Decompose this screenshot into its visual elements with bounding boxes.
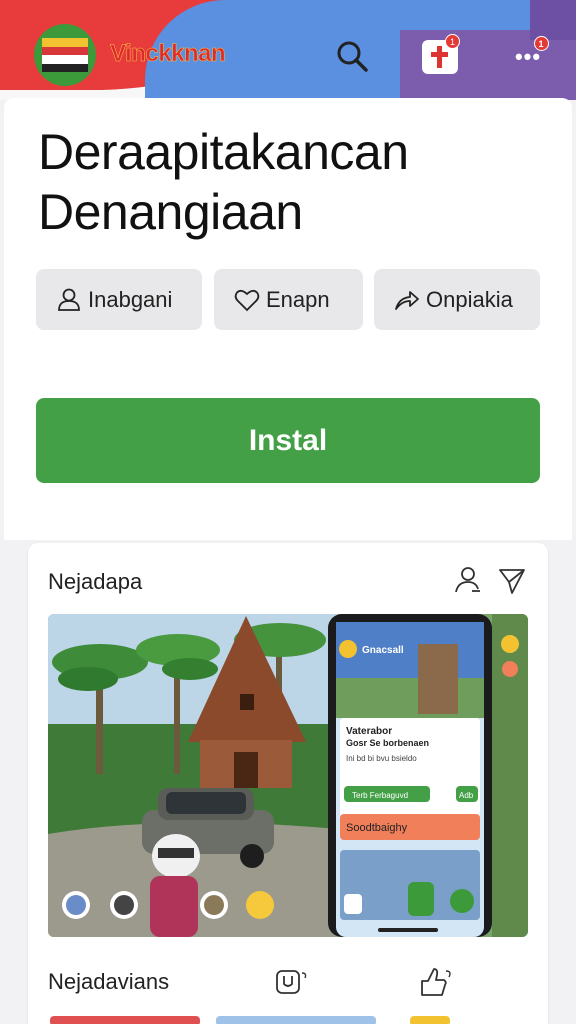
action-button-profile[interactable]: Inabgani bbox=[36, 269, 202, 330]
thumbs-up-icon[interactable] bbox=[418, 965, 454, 997]
action-label: Onpiakia bbox=[426, 286, 513, 312]
more-badge: 1 bbox=[534, 36, 549, 51]
app-logo bbox=[34, 24, 96, 86]
next-row-peek bbox=[50, 1016, 200, 1024]
mascot-character bbox=[150, 834, 200, 937]
page-title: Deraapitakancan Denangiaan bbox=[38, 122, 538, 242]
phone-small-button: Adb bbox=[459, 791, 474, 800]
notification-button[interactable]: 1 bbox=[422, 34, 460, 74]
action-label: Enapn bbox=[266, 286, 330, 312]
phone-orange-label: Soodtbaighy bbox=[346, 822, 408, 834]
app-name: Vinckknan bbox=[110, 40, 226, 68]
notification-badge: 1 bbox=[445, 34, 460, 49]
action-button-like[interactable]: Enapn bbox=[214, 269, 363, 330]
phone-dialog-line: Ini bd bi bvu bsieldo bbox=[346, 754, 417, 763]
share-icon bbox=[395, 290, 419, 310]
search-button[interactable] bbox=[334, 38, 370, 74]
search-icon bbox=[337, 41, 368, 72]
phone-dialog-title: Vaterabor bbox=[346, 726, 392, 737]
phone-dialog-subtitle: Gosr Se borbenaen bbox=[346, 738, 429, 748]
section-title: Nejadavians bbox=[48, 969, 170, 994]
phone-app-title: Gnacsall bbox=[362, 645, 404, 656]
cross-icon bbox=[437, 46, 442, 68]
preview-card: Nejadapa Gnacsall Vaterabor Gosr Se borb… bbox=[28, 543, 548, 1024]
badge-icon[interactable] bbox=[274, 967, 310, 997]
more-options-button[interactable]: ••• 1 bbox=[508, 36, 549, 70]
app-screenshot[interactable]: Gnacsall Vaterabor Gosr Se borbenaen Ini… bbox=[48, 614, 528, 937]
app-info-card: Deraapitakancan Denangiaan Inabgani Enap… bbox=[4, 98, 572, 540]
phone-green-button: Terb Ferbaguvd bbox=[352, 791, 408, 800]
action-button-share[interactable]: Onpiakia bbox=[374, 269, 540, 330]
app-header: Vinckknan 1 ••• 1 bbox=[0, 0, 576, 100]
heart-icon bbox=[234, 289, 260, 311]
next-row-peek bbox=[410, 1016, 450, 1024]
action-label: Inabgani bbox=[88, 286, 173, 312]
preview-title: Nejadapa bbox=[48, 569, 143, 594]
title-line-1: Deraapitakancan bbox=[38, 124, 409, 180]
user-icon bbox=[58, 288, 80, 311]
next-row-peek bbox=[216, 1016, 376, 1024]
title-line-2: Denangiaan bbox=[38, 184, 303, 240]
user-add-icon[interactable] bbox=[455, 567, 480, 593]
phone-mockup bbox=[328, 614, 492, 937]
install-button[interactable]: Instal bbox=[36, 398, 540, 483]
preview-actions bbox=[452, 565, 528, 595]
send-icon[interactable] bbox=[499, 569, 525, 594]
header-purple-corner bbox=[530, 0, 576, 40]
